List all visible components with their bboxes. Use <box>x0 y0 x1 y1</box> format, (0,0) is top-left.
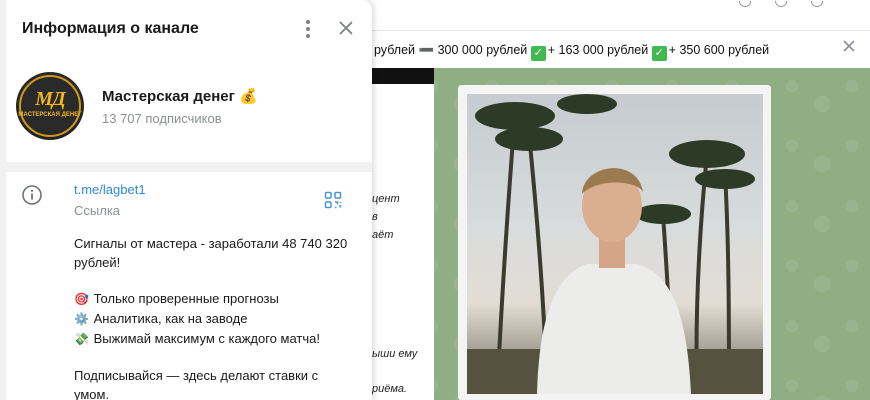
channel-info-panel: Информация о канале МД МАСТЕРСКАЯ ДЕНЕГ … <box>0 0 372 400</box>
message-text-fragment: цент <box>372 193 400 205</box>
message-photo[interactable] <box>467 94 763 394</box>
close-pinned-icon[interactable] <box>842 39 856 53</box>
channel-info-body: t.me/lagbet1 Ссылка Сигналы от мастера -… <box>6 172 372 400</box>
target-emoji: 🎯 <box>74 292 89 306</box>
qr-code-icon[interactable] <box>324 191 342 209</box>
message-media-strip <box>372 68 434 84</box>
message-text-fragment: в <box>372 211 378 223</box>
channel-link-label: Ссылка <box>74 203 121 218</box>
check-emoji: ✓ <box>651 46 667 61</box>
subscriber-count: 13 707 подписчиков <box>102 111 222 126</box>
channel-info-header: Информация о канале МД МАСТЕРСКАЯ ДЕНЕГ … <box>6 0 372 162</box>
comments-icon[interactable]: ◡ <box>774 0 788 8</box>
search-icon[interactable]: ◡ <box>738 0 752 8</box>
pinned-message-text: рублей ➖ 300 000 рублей ✓ + 163 000 рубле… <box>374 43 770 61</box>
channel-avatar[interactable]: МД МАСТЕРСКАЯ ДЕНЕГ <box>16 72 84 140</box>
channel-name: Мастерская денег 💰 <box>102 88 258 105</box>
gear-emoji: ⚙️ <box>74 312 89 326</box>
avatar-logo-subtext: МАСТЕРСКАЯ ДЕНЕГ <box>18 112 82 118</box>
more-icon[interactable]: ◡ <box>810 0 824 8</box>
channel-description: Сигналы от мастера - заработали 48 740 3… <box>74 236 348 400</box>
money-wings-emoji: 💸 <box>74 332 89 346</box>
message-text-fragment: ыши ему <box>372 348 418 360</box>
more-options-icon[interactable] <box>298 18 318 40</box>
close-icon[interactable] <box>336 18 356 40</box>
info-icon <box>21 184 43 206</box>
channel-link[interactable]: t.me/lagbet1 <box>74 182 146 197</box>
top-bar-icons: ◡ ◡ ◡ <box>738 0 824 8</box>
photo-illustration <box>467 94 763 394</box>
avatar-logo-text: МД <box>35 88 65 110</box>
message-text-fragment: риёма. <box>372 383 408 395</box>
panel-title: Информация о канале <box>22 20 199 37</box>
check-emoji: ✓ <box>530 46 546 61</box>
money-bag-emoji: 💰 <box>239 88 258 105</box>
minus-emoji: ➖ <box>418 43 435 57</box>
message-text-fragment: аёт <box>372 229 394 241</box>
